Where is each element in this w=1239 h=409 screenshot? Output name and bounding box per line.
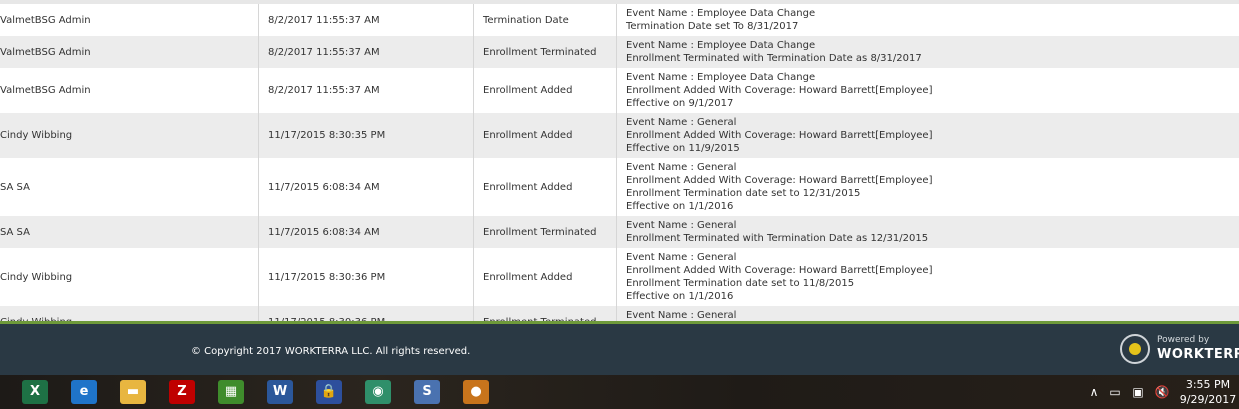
table-row: SA SA 11/7/2015 6:08:34 AM Enrollment Adde… [0, 158, 1239, 216]
word-icon[interactable]: W [267, 380, 293, 404]
detail-line: Enrollment Added With Coverage: Howard B… [626, 175, 933, 186]
date-cell: 8/2/2017 11:55:37 AM [258, 36, 474, 68]
detail-line: Event Name : Employee Data Change [626, 8, 816, 19]
table-row: Cindy Wibbing 11/17/2015 8:30:35 PM Enroll… [0, 113, 1239, 158]
detail-line: Termination Date set To 8/31/2017 [626, 21, 799, 32]
clock-date: 9/29/2017 [1179, 393, 1237, 406]
detail-line: Enrollment Added With Coverage: Howard B… [626, 265, 933, 276]
detail-line: Event Name : Employee Data Change [626, 72, 816, 83]
detail-line: Enrollment Termination date set to 11/8/… [626, 278, 855, 289]
user-cell: Cindy Wibbing [0, 113, 259, 158]
detail-line: Enrollment Added With Coverage: Howard B… [626, 85, 933, 96]
detail-line: Event Name : Employee Data Change [626, 40, 816, 51]
clock-time: 3:55 PM [1185, 378, 1231, 391]
change-type-cell: Enrollment Terminated [473, 36, 617, 68]
change-type-cell: Termination Date [473, 4, 617, 36]
date-cell: 11/17/2015 8:30:36 PM [258, 306, 474, 322]
detail-line: Enrollment Terminated with Termination D… [626, 233, 929, 244]
detail-line: Enrollment Terminated with Termination D… [626, 53, 922, 64]
user-cell: SA SA [0, 216, 259, 248]
file-explorer-icon[interactable]: ▬ [120, 380, 146, 404]
date-cell: 8/2/2017 11:55:37 AM [258, 4, 474, 36]
excel-icon[interactable]: X [22, 380, 48, 404]
powered-by-logo[interactable]: Powered by WORKTERRA [1120, 334, 1239, 366]
user-cell: SA SA [0, 158, 259, 216]
network-icon[interactable]: ▣ [1128, 375, 1148, 409]
table-row: SA SA 11/7/2015 6:08:34 AM Enrollment Term… [0, 216, 1239, 248]
change-type-cell: Enrollment Added [473, 68, 617, 113]
lock-app-icon[interactable]: 🔒 [316, 380, 342, 404]
copyright-text: © Copyright 2017 WORKTERRA LLC. All righ… [191, 346, 471, 357]
user-cell: Cindy Wibbing [0, 306, 259, 322]
change-type-cell: Enrollment Terminated [473, 216, 617, 248]
page-footer: © Copyright 2017 WORKTERRA LLC. All righ… [0, 324, 1239, 375]
date-cell: 11/17/2015 8:30:36 PM [258, 248, 474, 306]
table-row: Cindy Wibbing 11/17/2015 8:30:36 PM Enroll… [0, 248, 1239, 306]
user-cell: Cindy Wibbing [0, 248, 259, 306]
edge-icon[interactable]: e [71, 380, 97, 404]
detail-line: Enrollment Added With Coverage: Howard B… [626, 130, 933, 141]
details-cell: Event Name : General Enrollment Added Wit… [617, 248, 1239, 306]
brand-name: WORKTERRA [1157, 347, 1239, 362]
table-row: ValmetBSG Admin 8/2/2017 11:55:37 AM Enrol… [0, 36, 1239, 68]
detail-line: Enrollment Termination date set to 12/31… [626, 188, 861, 199]
date-cell: 8/2/2017 11:55:37 AM [258, 68, 474, 113]
details-cell: Event Name : Employee Data Change Enrollm… [616, 36, 1239, 68]
detail-line: Effective on 9/1/2017 [626, 98, 734, 109]
user-cell: ValmetBSG Admin [0, 36, 259, 68]
detail-line: Effective on 1/1/2016 [626, 291, 734, 302]
table-row: ValmetBSG Admin 8/2/2017 11:55:37 AM Enrol… [0, 68, 1239, 113]
details-cell: Event Name : General Enrollment Added Wit… [616, 113, 1239, 158]
volume-muted-icon[interactable]: 🔇 [1152, 375, 1172, 409]
details-cell: Event Name : General Enrollment Added Wit… [617, 158, 1239, 216]
table-row: Cindy Wibbing 11/17/2015 8:30:36 PM Enroll… [0, 306, 1239, 322]
detail-line: Effective on 11/9/2015 [626, 143, 740, 154]
system-clock[interactable]: 3:55 PM 9/29/2017 [1178, 377, 1238, 407]
detail-line: Event Name : General [626, 117, 737, 128]
user-cell: ValmetBSG Admin [0, 4, 259, 36]
audit-log-table-area: ValmetBSG Admin 8/2/2017 11:55:37 AM Termi… [0, 0, 1239, 322]
detail-line: Event Name : General [626, 162, 737, 173]
change-type-cell: Enrollment Added [473, 158, 617, 216]
date-cell: 11/7/2015 6:08:34 AM [258, 216, 474, 248]
date-cell: 11/17/2015 8:30:35 PM [258, 113, 474, 158]
filezilla-icon[interactable]: Z [169, 380, 195, 404]
detail-line: Effective on 1/1/2016 [626, 201, 734, 212]
date-cell: 11/7/2015 6:08:34 AM [258, 158, 474, 216]
chevron-up-icon[interactable]: ∧ [1084, 375, 1104, 409]
python-icon[interactable]: S [414, 380, 440, 404]
detail-line: Event Name : General [626, 252, 737, 263]
chat-app-icon[interactable]: ● [463, 380, 489, 404]
workterra-logo-icon [1120, 334, 1150, 364]
details-cell: Event Name : Employee Data Change Enrollm… [617, 68, 1239, 113]
change-type-cell: Enrollment Terminated [473, 306, 617, 322]
details-cell: Event Name : GeneralEnrollment Terminate… [616, 306, 1239, 322]
table-row: ValmetBSG Admin 8/2/2017 11:55:37 AM Termi… [0, 4, 1239, 36]
user-cell: ValmetBSG Admin [0, 68, 259, 113]
battery-icon[interactable]: ▭ [1105, 375, 1125, 409]
powered-by-label: Powered by [1157, 335, 1210, 345]
spreadsheet-app-icon[interactable]: ▦ [218, 380, 244, 404]
windows-taskbar: Xe ▬ Z ▦ W 🔒 ◉ S ● ∧ ▭ ▣ 🔇 3:55 PM 9/29/2017 [0, 375, 1239, 409]
details-cell: Event Name : Employee Data Change Termina… [617, 4, 1239, 36]
globe-app-icon[interactable]: ◉ [365, 380, 391, 404]
details-cell: Event Name : General Enrollment Terminate… [616, 216, 1239, 248]
change-type-cell: Enrollment Added [473, 113, 617, 158]
detail-line: Event Name : General [626, 220, 737, 231]
audit-log-table: ValmetBSG Admin 8/2/2017 11:55:37 AM Termi… [0, 4, 1239, 322]
change-type-cell: Enrollment Added [473, 248, 617, 306]
